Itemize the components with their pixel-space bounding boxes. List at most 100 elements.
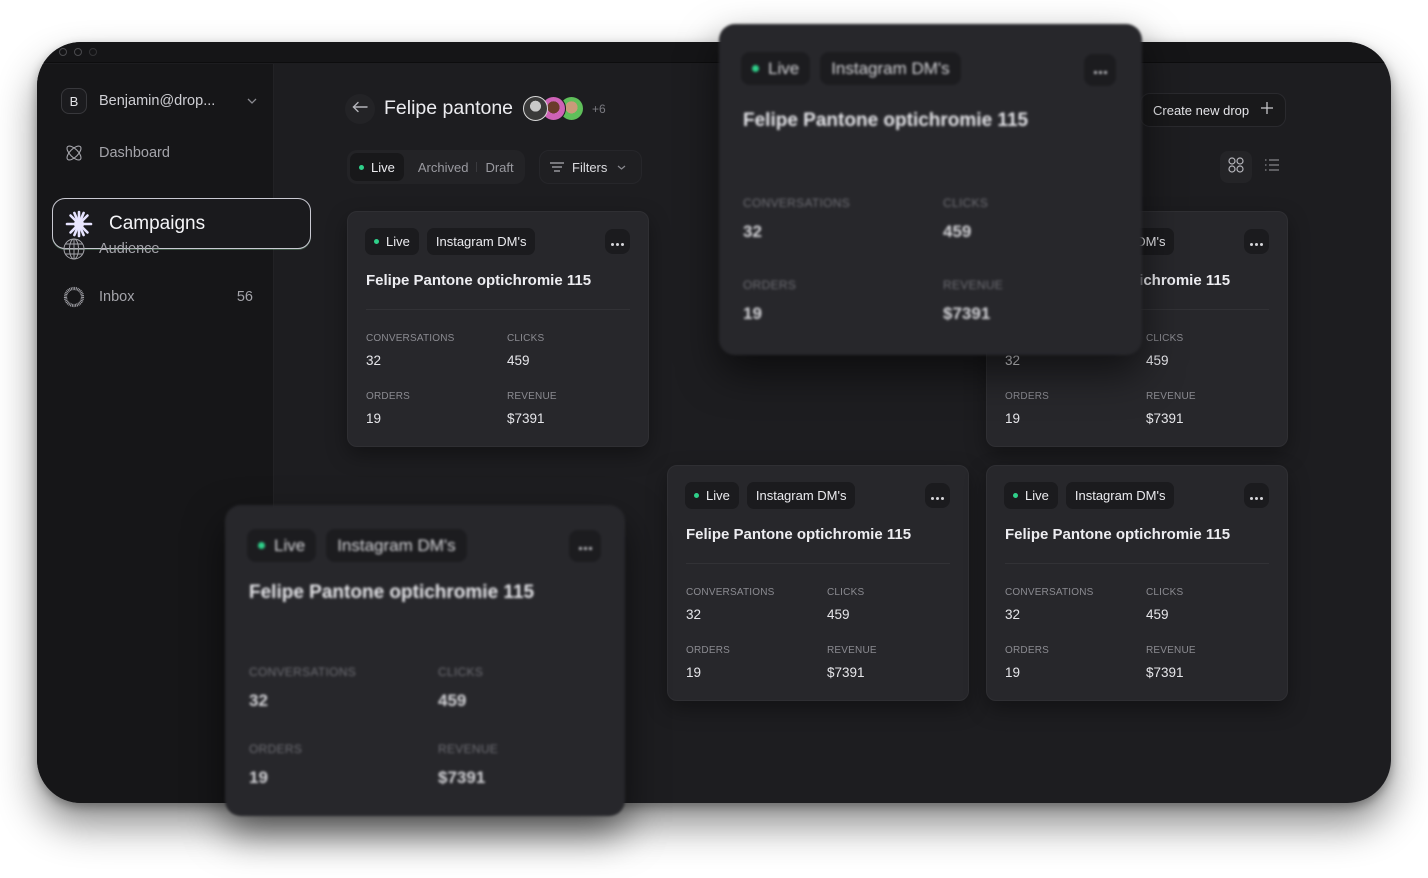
stat-orders: ORDERS 19 [366, 391, 410, 426]
account-name: Benjamin@drop... [99, 93, 216, 109]
stat-revenue: REVENUE $7391 [827, 645, 877, 680]
campaign-card[interactable]: Live Instagram DM's Felipe Pantone optic… [667, 465, 969, 701]
status-tabs: Live Archived Draft [347, 150, 525, 184]
stat-label: CONVERSATIONS [743, 196, 851, 210]
card-title: Felipe Pantone optichromie 115 [249, 582, 535, 603]
stat-value: $7391 [943, 304, 991, 323]
ellipsis-icon [1250, 487, 1263, 505]
sidebar-item-dashboard[interactable]: Dashboard [63, 142, 253, 164]
members-more-count[interactable]: +6 [592, 102, 606, 116]
stat-clicks: CLICKS 459 [507, 333, 544, 368]
stat-conversations: CONVERSATIONS 32 [1005, 587, 1094, 622]
sidebar-item-inbox[interactable]: Inbox 56 [63, 286, 253, 308]
grid-view-button[interactable] [1220, 151, 1252, 183]
page-title: Felipe pantone [384, 97, 514, 119]
stat-label: ORDERS [1005, 645, 1049, 656]
status-label: Live [1025, 488, 1049, 503]
zoom-window-button[interactable] [89, 48, 97, 56]
stat-orders: ORDERS 19 [249, 742, 302, 788]
sidebar-item-audience[interactable]: Audience [63, 238, 253, 260]
stat-label: REVENUE [943, 278, 1004, 292]
stat-label: ORDERS [366, 391, 410, 402]
divider [366, 309, 630, 310]
view-mode-toggle [1220, 151, 1288, 183]
live-dot-icon [752, 65, 759, 72]
card-title: Felipe Pantone optichromie 115 [743, 110, 1029, 131]
ellipsis-icon [1093, 61, 1107, 79]
tab-label: Archived [417, 159, 469, 175]
sidebar-item-label: Dashboard [99, 145, 170, 161]
stat-label: CLICKS [438, 665, 484, 679]
live-dot-icon [374, 239, 379, 244]
stat-conversations: CONVERSATIONS 32 [366, 333, 455, 368]
ring-icon [63, 286, 85, 308]
back-button[interactable] [345, 94, 375, 124]
stat-value: $7391 [1146, 411, 1184, 426]
ellipsis-icon [1250, 233, 1263, 251]
stat-value: 19 [1005, 665, 1021, 680]
stat-orders: ORDERS 19 [1005, 645, 1049, 680]
stat-label: CLICKS [1146, 587, 1184, 598]
channel-label: Instagram DM's [755, 488, 847, 503]
filters-dropdown[interactable]: Filters [539, 150, 642, 184]
stat-label: ORDERS [249, 742, 303, 756]
channel-badge: Instagram DM's [426, 228, 536, 255]
stat-conversations: CONVERSATIONS 32 [743, 196, 850, 242]
divider [686, 563, 950, 564]
list-view-button[interactable] [1256, 151, 1288, 183]
more-options-button[interactable] [569, 530, 601, 562]
tab-live[interactable]: Live [350, 153, 404, 181]
stat-value: $7391 [827, 665, 865, 680]
stat-orders: ORDERS 19 [1005, 391, 1049, 426]
channel-badge: Instagram DM's [1065, 482, 1175, 509]
stat-value: 19 [743, 304, 762, 323]
stat-label: CONVERSATIONS [1005, 587, 1094, 598]
stat-revenue: REVENUE $7391 [438, 742, 498, 788]
arrow-left-icon [352, 100, 368, 118]
more-options-button[interactable] [1244, 483, 1269, 508]
stat-label: CLICKS [943, 196, 989, 210]
stat-value: 32 [1005, 353, 1021, 368]
stat-clicks: CLICKS 459 [438, 665, 483, 711]
campaign-card-floating[interactable]: Live Instagram DM's Felipe Pantone optic… [225, 505, 625, 816]
channel-badge: Instagram DM's [820, 52, 961, 85]
stat-value: $7391 [438, 768, 486, 787]
more-options-button[interactable] [605, 229, 630, 254]
window-controls [59, 48, 97, 56]
stat-value: 459 [1146, 607, 1169, 622]
sidebar-item-label: Audience [99, 241, 160, 257]
stat-label: REVENUE [827, 645, 877, 656]
campaign-card[interactable]: Live Instagram DM's Felipe Pantone optic… [347, 211, 649, 447]
grid-icon [1228, 156, 1244, 178]
create-new-drop-button[interactable]: Create new drop [1140, 93, 1286, 127]
status-label: Live [386, 234, 410, 249]
campaign-card-floating[interactable]: Live Instagram DM's Felipe Pantone optic… [719, 24, 1142, 355]
live-dot-icon [694, 493, 699, 498]
stat-label: CLICKS [507, 333, 545, 344]
more-options-button[interactable] [925, 483, 950, 508]
avatar[interactable] [523, 96, 548, 121]
status-badge: Live [685, 482, 739, 509]
tab-draft[interactable]: Draft [477, 153, 521, 181]
more-options-button[interactable] [1084, 54, 1116, 86]
create-button-label: Create new drop [1153, 102, 1250, 118]
campaign-card[interactable]: Live Instagram DM's Felipe Pantone optic… [986, 465, 1288, 701]
minimize-window-button[interactable] [74, 48, 82, 56]
account-switcher[interactable]: B Benjamin@drop... [61, 88, 257, 114]
card-chips: Live Instagram DM's [741, 52, 961, 85]
card-chips: Live Instagram DM's [247, 529, 467, 562]
channel-label: Instagram DM's [435, 234, 527, 249]
close-window-button[interactable] [59, 48, 67, 56]
member-avatars[interactable]: +6 [523, 96, 606, 121]
status-label: Live [706, 488, 730, 503]
more-options-button[interactable] [1244, 229, 1269, 254]
stat-revenue: REVENUE $7391 [1146, 391, 1196, 426]
chevron-down-icon [617, 162, 626, 173]
live-dot-icon [258, 542, 265, 549]
channel-label: Instagram DM's [337, 535, 456, 555]
channel-badge: Instagram DM's [326, 529, 467, 562]
tab-label: Live [371, 159, 395, 175]
card-title: Felipe Pantone optichromie 115 [686, 526, 912, 543]
ellipsis-icon [611, 233, 624, 251]
tab-archived[interactable]: Archived [404, 153, 477, 181]
